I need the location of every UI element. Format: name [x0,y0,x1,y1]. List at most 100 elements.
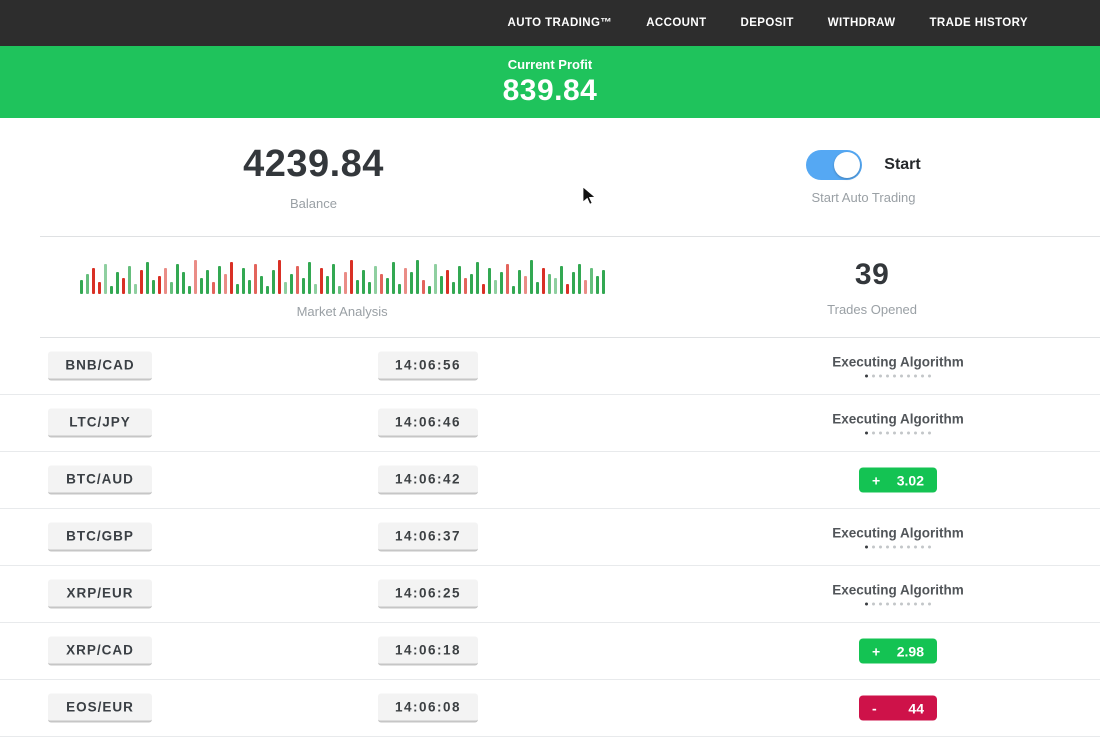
candle-bar [506,264,509,294]
candle-bar [596,276,599,294]
candle-bar [578,264,581,294]
candle-bar [380,274,383,294]
trade-status: Executing Algorithm [788,355,1008,378]
pair-pill[interactable]: BTC/AUD [48,466,152,495]
loading-dots [865,375,931,378]
nav-item-deposit[interactable]: DEPOSIT [741,17,794,29]
candle-bar [350,260,353,294]
pair-pill[interactable]: XRP/EUR [48,580,152,609]
executing-algorithm-label: Executing Algorithm [832,526,964,541]
pair-pill[interactable]: LTC/JPY [48,409,152,438]
current-profit-value: 839.84 [503,74,598,108]
candle-bar [212,282,215,294]
candle-bar [92,268,95,294]
candle-bar [134,284,137,294]
trades-opened-cell: 39 Trades Opened [644,237,1100,337]
trade-status: Executing Algorithm [788,526,1008,549]
trade-status: +3.02 [788,468,1008,493]
candle-bar [104,264,107,294]
nav-item-withdraw[interactable]: WITHDRAW [828,17,896,29]
pair-pill[interactable]: BNB/CAD [48,352,152,381]
pair-pill[interactable]: EOS/EUR [48,694,152,723]
nav-item-auto-trading[interactable]: AUTO TRADING™ [508,17,613,29]
candle-bar [266,286,269,294]
market-analysis-cell: Market Analysis [40,237,644,337]
badge-sign: + [872,472,880,488]
candle-bar [158,276,161,294]
executing-algorithm-label: Executing Algorithm [832,412,964,427]
candle-bar [302,278,305,294]
candle-bar [548,274,551,294]
candle-bar [536,282,539,294]
trade-row: BTC/AUD 14:06:42 +3.02 [0,452,1100,509]
candle-bar [278,260,281,294]
candle-bar [242,268,245,294]
pair-pill[interactable]: XRP/CAD [48,637,152,666]
trade-row: BNB/CAD 14:06:56 Executing Algorithm [0,338,1100,395]
candle-bar [224,274,227,294]
trade-row: XRP/EUR14:06:25Executing Algorithm [0,566,1100,623]
candle-bar [494,280,497,294]
loss-badge: -44 [859,696,937,721]
candle-bar [452,282,455,294]
current-profit-label: Current Profit [508,57,593,72]
candle-bar [362,270,365,294]
candle-bar [356,280,359,294]
trade-time: 14:06:56 [378,352,478,381]
candle-bar [296,266,299,294]
top-navigation: AUTO TRADING™ ACCOUNT DEPOSIT WITHDRAW TRADE… [0,0,1100,46]
candle-bar [260,276,263,294]
candle-bar [188,286,191,294]
candle-bar [374,266,377,294]
trade-row: BTC/GBP14:06:37Executing Algorithm [0,509,1100,566]
candle-bar [422,280,425,294]
start-auto-trading-toggle[interactable] [806,150,862,180]
trade-time: 14:06:08 [378,694,478,723]
trade-time: 14:06:42 [378,466,478,495]
candle-bar [470,274,473,294]
pair-pill[interactable]: BTC/GBP [48,523,152,552]
candle-bar [368,282,371,294]
candle-bar [176,264,179,294]
nav-item-trade-history[interactable]: TRADE HISTORY [930,17,1029,29]
nav-item-account[interactable]: ACCOUNT [646,17,706,29]
candle-bar [488,268,491,294]
candle-bar [530,260,533,294]
candle-bar [128,266,131,294]
start-auto-trading-label: Start Auto Trading [811,190,915,205]
badge-sign: + [872,643,880,659]
candle-bar [458,266,461,294]
candle-bar [314,284,317,294]
candle-bar [284,282,287,294]
candle-bar [572,272,575,294]
trade-time: 14:06:25 [378,580,478,609]
candle-bar [434,264,437,294]
trades-opened-label: Trades Opened [827,302,917,317]
trade-status: -44 [788,696,1008,721]
candle-bar [554,278,557,294]
candle-bar [428,286,431,294]
toggle-start-label: Start [884,156,920,174]
candle-bar [122,278,125,294]
candle-bar [98,282,101,294]
candle-bar [320,268,323,294]
candle-bar [164,268,167,294]
candle-bar [410,272,413,294]
toggle-knob [834,152,860,178]
candle-bar [344,272,347,294]
loading-dots [865,603,931,606]
candle-bar [236,284,239,294]
current-profit-banner: Current Profit 839.84 [0,46,1100,118]
market-analysis-label: Market Analysis [297,304,388,319]
profit-badge: +2.98 [859,639,937,664]
candle-bar [476,262,479,294]
summary-top-row: 4239.84 Balance Start Start Auto Trading [0,118,1100,236]
balance-cell: 4239.84 Balance [0,118,627,236]
candle-bar [524,276,527,294]
trade-row: LTC/JPY14:06:46Executing Algorithm [0,395,1100,452]
candle-bar [290,274,293,294]
candle-bar [80,280,83,294]
candle-bar [398,284,401,294]
candle-bar [566,284,569,294]
candle-bar [518,270,521,294]
